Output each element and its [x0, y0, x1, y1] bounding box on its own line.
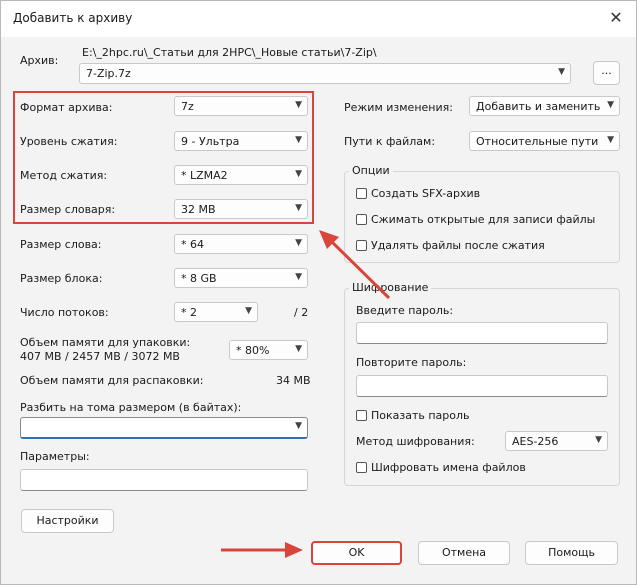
split-combo[interactable]: ▼ — [20, 417, 308, 439]
delete-after-label: Удалять файлы после сжатия — [371, 239, 545, 252]
show-password-label: Показать пароль — [371, 409, 470, 422]
chevron-down-icon: ▼ — [295, 421, 302, 431]
threads-max: / 2 — [294, 306, 309, 319]
mem-pack-select-value: * 80% — [236, 344, 270, 357]
title-bar: Добавить к архиву ✕ — [1, 1, 636, 37]
sfx-checkbox[interactable] — [356, 188, 367, 199]
enc-method-value: AES-256 — [512, 435, 559, 448]
chevron-down-icon: ▼ — [595, 435, 602, 445]
archive-name-combo[interactable]: 7-Zip.7z ▼ — [79, 63, 571, 84]
compress-shared-checkbox[interactable] — [356, 214, 367, 225]
delete-after-checkbox[interactable] — [356, 240, 367, 251]
password-label: Введите пароль: — [356, 304, 454, 317]
paths-select[interactable]: Относительные пути ▼ — [469, 131, 620, 151]
word-select[interactable]: * 64 ▼ — [174, 234, 308, 254]
mem-pack-value: 407 MB / 2457 MB / 3072 MB — [20, 350, 180, 363]
encryption-title: Шифрование — [349, 281, 432, 294]
cancel-button[interactable]: Отмена — [418, 541, 510, 565]
block-value: * 8 GB — [181, 272, 217, 285]
block-label: Размер блока: — [20, 272, 103, 285]
mem-unpack-value: 34 MB — [276, 374, 311, 387]
archive-name-value: 7-Zip.7z — [86, 67, 131, 80]
help-button[interactable]: Помощь — [525, 541, 618, 565]
update-value: Добавить и заменить — [476, 100, 601, 113]
chevron-down-icon: ▼ — [607, 100, 614, 110]
params-input[interactable] — [20, 469, 308, 491]
options-title: Опции — [349, 164, 393, 177]
threads-select[interactable]: * 2 ▼ — [174, 302, 258, 322]
enc-method-select[interactable]: AES-256 ▼ — [505, 431, 608, 451]
threads-value: * 2 — [181, 306, 197, 319]
paths-value: Относительные пути — [476, 135, 599, 148]
block-select[interactable]: * 8 GB ▼ — [174, 268, 308, 288]
password-repeat-label: Повторите пароль: — [356, 356, 467, 369]
chevron-down-icon: ▼ — [295, 272, 302, 282]
word-value: * 64 — [181, 238, 204, 251]
browse-button[interactable]: ... — [593, 61, 620, 85]
encrypt-names-label: Шифровать имена файлов — [371, 461, 526, 474]
encrypt-names-checkbox[interactable] — [356, 462, 367, 473]
chevron-down-icon: ▼ — [295, 238, 302, 248]
paths-label: Пути к файлам: — [344, 135, 436, 148]
compress-shared-label: Сжимать открытые для записи файлы — [371, 213, 596, 226]
archive-path: E:\_2hpc.ru\_Статьи для 2HPC\_Новые стат… — [82, 46, 377, 59]
sfx-label: Создать SFX-архив — [371, 187, 481, 200]
show-password-checkbox[interactable] — [356, 410, 367, 421]
chevron-down-icon: ▼ — [607, 135, 614, 145]
password-input[interactable] — [356, 322, 608, 344]
window-title: Добавить к архиву — [13, 11, 133, 25]
highlight-box — [13, 91, 314, 224]
add-to-archive-dialog: Добавить к архиву ✕ Архив: E:\_2hpc.ru\_… — [0, 0, 637, 585]
update-label: Режим изменения: — [344, 101, 453, 114]
mem-pack-label: Объем памяти для упаковки: — [20, 336, 191, 349]
password-repeat-input[interactable] — [356, 375, 608, 397]
arrow-to-ok-icon — [221, 542, 303, 558]
mem-pack-select[interactable]: * 80% ▼ — [229, 340, 308, 360]
split-label: Разбить на тома размером (в байтах): — [20, 401, 242, 414]
chevron-down-icon: ▼ — [295, 344, 302, 354]
archive-label: Архив: — [20, 54, 59, 67]
chevron-down-icon: ▼ — [245, 306, 252, 316]
threads-label: Число потоков: — [20, 306, 109, 319]
settings-button[interactable]: Настройки — [21, 509, 114, 533]
ok-button[interactable]: OK — [311, 541, 402, 565]
params-label: Параметры: — [20, 450, 90, 463]
close-icon[interactable]: ✕ — [606, 8, 626, 28]
word-label: Размер слова: — [20, 238, 102, 251]
chevron-down-icon: ▼ — [558, 67, 565, 77]
mem-unpack-label: Объем памяти для распаковки: — [20, 374, 204, 387]
update-select[interactable]: Добавить и заменить ▼ — [469, 96, 620, 116]
enc-method-label: Метод шифрования: — [356, 435, 475, 448]
